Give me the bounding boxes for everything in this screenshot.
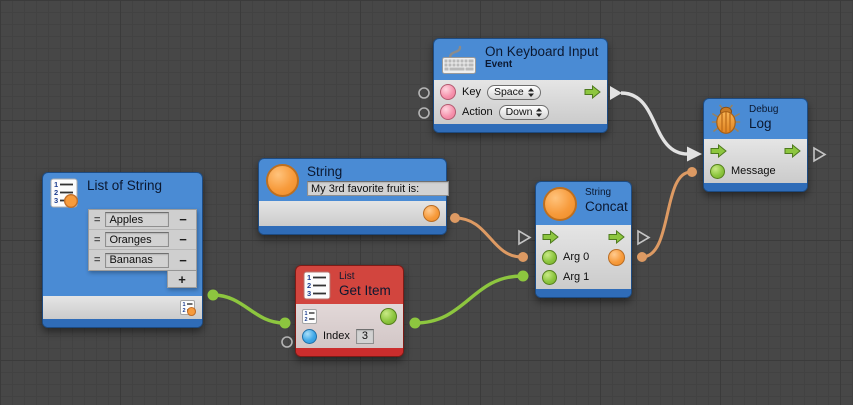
list-input-port[interactable]: 12: [302, 309, 317, 324]
node-title: String: [307, 164, 439, 179]
graph-canvas[interactable]: On Keyboard Input Event Key Space: [0, 0, 853, 405]
up-down-arrows-icon: [528, 88, 534, 97]
action-row: Action Down: [434, 102, 607, 122]
flow-row: [704, 141, 807, 161]
node-footer: [536, 289, 631, 297]
action-input-port[interactable]: [440, 104, 456, 120]
index-row: Index: [296, 326, 403, 346]
drag-handle-icon[interactable]: =: [94, 214, 100, 226]
flow-output-port[interactable]: [784, 144, 801, 158]
list-item-input[interactable]: [105, 232, 169, 247]
list-output-port[interactable]: 12: [180, 300, 196, 316]
action-dropdown-value: Down: [506, 106, 533, 118]
list-item-row: = −: [89, 210, 196, 230]
flow-row: [536, 227, 631, 247]
result-output-port[interactable]: [608, 249, 625, 266]
node-string-concat[interactable]: String Concat Arg 0 Arg 1: [535, 181, 632, 298]
node-title: Get Item: [339, 283, 391, 298]
node-footer: [259, 226, 446, 234]
key-dropdown[interactable]: Space: [487, 85, 541, 100]
output-row: 12: [43, 299, 202, 316]
node-category: Debug: [749, 104, 778, 116]
string-value-input[interactable]: [307, 181, 449, 196]
node-category: String: [585, 187, 624, 199]
node-title: List of String: [87, 178, 162, 193]
node-on-keyboard-input[interactable]: On Keyboard Input Event Key Space: [433, 38, 608, 133]
numbered-list-icon: 123: [50, 178, 79, 209]
node-header[interactable]: 123 List Get Item: [296, 266, 403, 304]
numbered-list-icon: 123: [303, 271, 331, 300]
index-input-port[interactable]: [302, 329, 317, 344]
list-item-input[interactable]: [105, 212, 169, 227]
list-item-input[interactable]: [105, 253, 169, 268]
node-header[interactable]: Debug Log: [704, 99, 807, 139]
node-footer: [434, 124, 607, 132]
string-output-port[interactable]: [423, 205, 440, 222]
svg-text:2: 2: [305, 317, 308, 323]
flow-output-port[interactable]: [608, 230, 625, 244]
remove-item-button[interactable]: −: [175, 212, 191, 227]
index-label: Index: [323, 330, 350, 342]
svg-text:2: 2: [183, 308, 186, 314]
up-down-arrows-icon: [536, 108, 542, 117]
list-items-editor: = − = − = −: [88, 209, 197, 271]
arg1-input-port[interactable]: [542, 270, 557, 285]
node-header[interactable]: String Concat: [536, 182, 631, 225]
message-input-port[interactable]: [710, 164, 725, 179]
arg0-label: Arg 0: [563, 251, 589, 263]
output-row: [259, 205, 446, 222]
node-footer: [43, 319, 202, 327]
bug-icon: [711, 104, 741, 135]
message-label: Message: [731, 165, 776, 177]
drag-handle-icon[interactable]: =: [94, 254, 100, 266]
node-header[interactable]: 123 List of String: [43, 173, 202, 209]
list-item-row: = −: [89, 250, 196, 270]
flow-output-port[interactable]: [584, 85, 601, 99]
node-footer: [296, 348, 403, 356]
node-subtitle: Event: [485, 59, 598, 71]
arg0-input-port[interactable]: [542, 250, 557, 265]
arg1-label: Arg 1: [563, 271, 589, 283]
message-row: Message: [704, 161, 807, 181]
keyboard-icon: [441, 44, 477, 76]
list-item-row: = −: [89, 230, 196, 250]
arg0-row: Arg 0: [536, 247, 631, 267]
node-title: Concat: [585, 199, 624, 214]
node-list-get-item[interactable]: 123 List Get Item 12: [295, 265, 404, 357]
node-list-of-string[interactable]: 123 List of String = − =: [42, 172, 203, 328]
svg-text:3: 3: [54, 196, 58, 205]
orange-circle-icon: [266, 164, 299, 197]
flow-input-port[interactable]: [542, 230, 559, 244]
node-category: List: [339, 271, 391, 283]
remove-item-button[interactable]: −: [175, 253, 191, 268]
svg-text:3: 3: [307, 289, 311, 298]
orange-circle-icon: [543, 187, 577, 221]
drag-handle-icon[interactable]: =: [94, 234, 100, 246]
node-title: On Keyboard Input: [485, 44, 598, 59]
key-row: Key Space: [434, 82, 607, 102]
action-dropdown[interactable]: Down: [499, 105, 550, 120]
node-title: Log: [749, 116, 778, 131]
node-string-literal[interactable]: String: [258, 158, 447, 235]
node-debug-log[interactable]: Debug Log Message: [703, 98, 808, 192]
node-header[interactable]: String: [259, 159, 446, 201]
remove-item-button[interactable]: −: [175, 232, 191, 247]
key-label: Key: [462, 86, 481, 98]
key-input-port[interactable]: [440, 84, 456, 100]
index-value-input[interactable]: [356, 329, 374, 344]
node-footer: [704, 183, 807, 191]
item-output-port[interactable]: [380, 308, 397, 325]
key-dropdown-value: Space: [494, 86, 524, 98]
add-item-button[interactable]: +: [167, 271, 197, 288]
flow-input-port[interactable]: [710, 144, 727, 158]
action-label: Action: [462, 106, 493, 118]
arg1-row: Arg 1: [536, 267, 631, 287]
list-io-row: 12: [296, 306, 403, 326]
node-header[interactable]: On Keyboard Input Event: [434, 39, 607, 80]
